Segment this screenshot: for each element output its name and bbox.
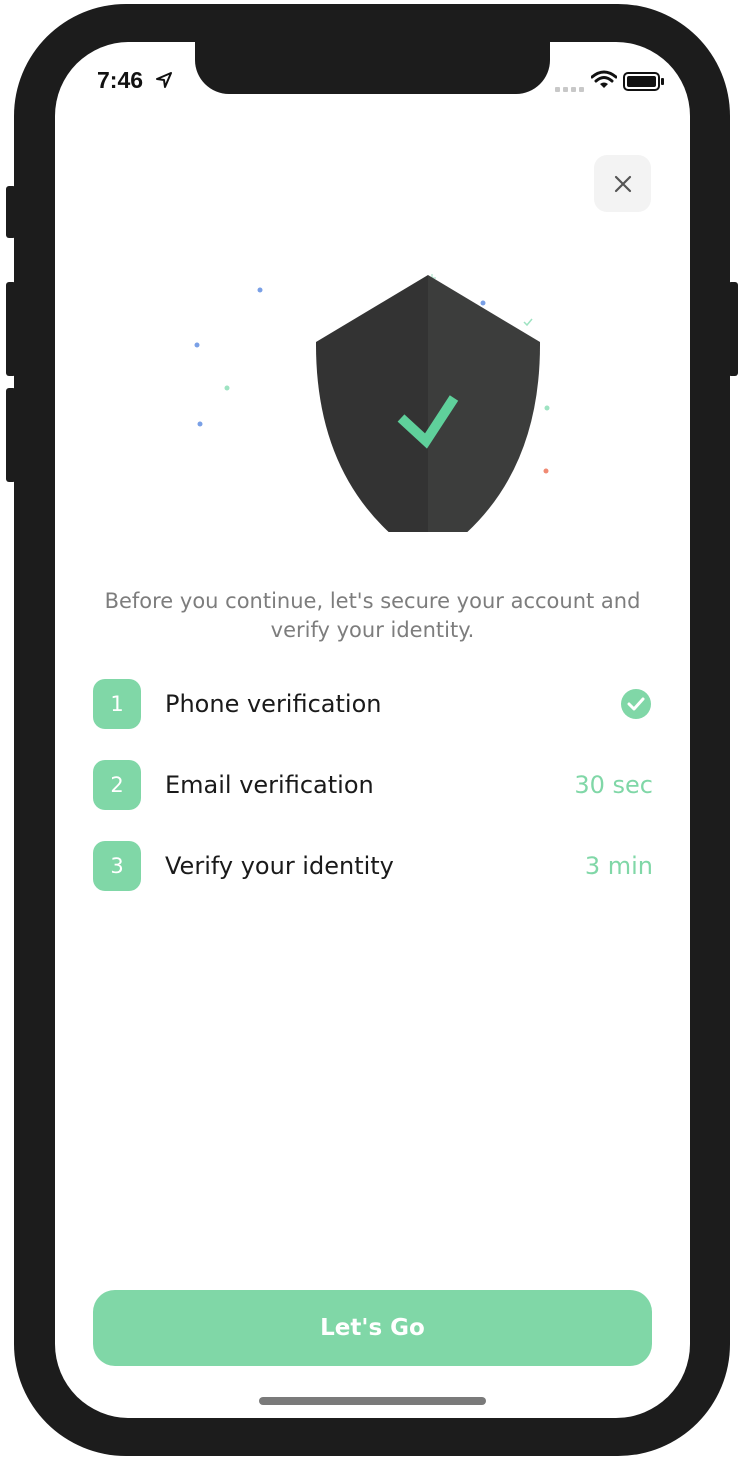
step-duration: 3 min bbox=[584, 852, 653, 880]
device-stage: 7:46 Before you continue, let's secure y… bbox=[0, 0, 745, 1460]
lets-go-button[interactable]: Let's Go bbox=[93, 1290, 652, 1366]
step-label: Verify your identity bbox=[165, 852, 394, 880]
signal-icon bbox=[555, 78, 585, 97]
home-indicator bbox=[259, 1397, 486, 1405]
wifi-icon bbox=[590, 70, 618, 94]
close-icon bbox=[614, 175, 631, 192]
shield-icon bbox=[315, 275, 541, 562]
step-phone-verification[interactable]: 1 Phone verification bbox=[93, 679, 653, 731]
intro-text: Before you continue, let's secure your a… bbox=[104, 589, 641, 642]
step-label: Phone verification bbox=[165, 690, 382, 718]
step-number-badge: 1 bbox=[93, 679, 141, 729]
check-circle-icon bbox=[621, 689, 651, 719]
shield-illustration bbox=[180, 222, 570, 570]
step-email-verification[interactable]: 2 Email verification 30 sec bbox=[93, 760, 653, 812]
screen: 7:46 Before you continue, let's secure y… bbox=[55, 42, 690, 1418]
step-number-badge: 2 bbox=[93, 760, 141, 810]
notch bbox=[195, 42, 550, 94]
close-button[interactable] bbox=[594, 155, 651, 212]
step-duration: 30 sec bbox=[574, 771, 653, 799]
status-time: 7:46 bbox=[97, 67, 144, 93]
battery-icon bbox=[623, 72, 665, 96]
step-label: Email verification bbox=[165, 771, 374, 799]
step-number-badge: 3 bbox=[93, 841, 141, 891]
location-arrow-icon bbox=[156, 72, 172, 92]
step-verify-identity[interactable]: 3 Verify your identity 3 min bbox=[93, 841, 653, 893]
